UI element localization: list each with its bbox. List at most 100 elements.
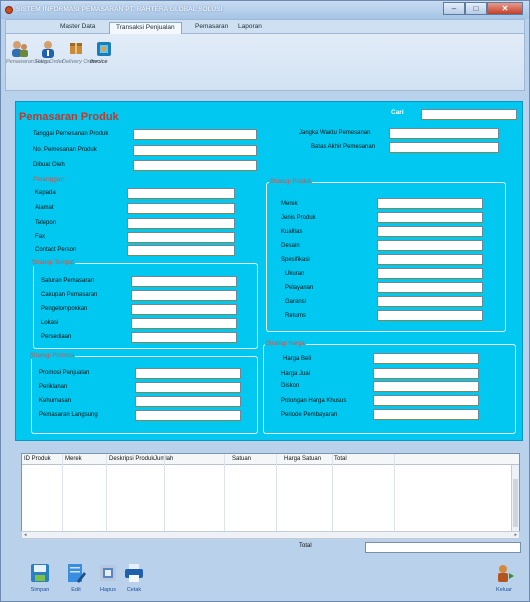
edit-button[interactable]: Edit xyxy=(65,563,87,593)
field-label: Lokasi xyxy=(41,320,59,326)
tab-transaksi-penjualan[interactable]: Transaksi Penjualan xyxy=(109,22,182,34)
strategi-tempat-title: Strategi Tempat xyxy=(31,260,75,266)
tab-pemasaran[interactable]: Pemasaran xyxy=(189,22,234,34)
pengelompokkan-input[interactable] xyxy=(131,304,237,315)
kepada-input[interactable] xyxy=(127,188,235,199)
cakupan-pemasaran-input[interactable] xyxy=(131,290,237,301)
field-label: Cakupan Pemasaran xyxy=(41,292,98,298)
field-label: Jangka Waktu Pemesanan xyxy=(299,130,371,136)
save-icon xyxy=(31,564,49,582)
total-label: Total xyxy=(299,543,312,549)
ukuran-input[interactable] xyxy=(377,268,483,279)
returns-input[interactable] xyxy=(377,310,483,321)
potongan-harga-input[interactable] xyxy=(373,395,479,406)
invoice-button[interactable]: Invoice xyxy=(90,40,118,80)
sales-order-button[interactable]: Sales Order xyxy=(34,40,64,80)
scroll-thumb[interactable] xyxy=(513,479,518,527)
penawaran-harga-button[interactable]: Penawaran Harga xyxy=(6,40,50,80)
scroll-left-icon[interactable]: ◂ xyxy=(24,532,27,538)
cetak-button[interactable]: Cetak xyxy=(123,563,145,593)
spesifikasi-input[interactable] xyxy=(377,254,483,265)
periklanan-input[interactable] xyxy=(135,382,241,393)
kualitas-input[interactable] xyxy=(377,226,483,237)
fax-input[interactable] xyxy=(127,232,235,243)
col-merek[interactable]: Merek xyxy=(65,456,82,462)
field-label: Contact Person xyxy=(35,247,77,253)
garansi-input[interactable] xyxy=(377,296,483,307)
horizontal-scrollbar[interactable]: ◂ ▸ xyxy=(21,531,520,539)
col-satuan[interactable]: Satuan xyxy=(232,456,251,462)
lokasi-input[interactable] xyxy=(131,318,237,329)
close-button[interactable]: ✕ xyxy=(487,2,523,15)
simpan-button[interactable]: Simpan xyxy=(29,563,51,593)
dibuat-oleh-input[interactable] xyxy=(133,160,257,171)
col-total[interactable]: Total xyxy=(334,456,347,462)
diskon-input[interactable] xyxy=(373,381,479,392)
scroll-right-icon[interactable]: ▸ xyxy=(514,532,517,538)
field-label: Jenis Produk xyxy=(281,215,316,221)
periode-pembayaran-input[interactable] xyxy=(373,409,479,420)
pemasaran-langsung-input[interactable] xyxy=(135,410,241,421)
tab-laporan[interactable]: Laporan xyxy=(232,22,268,34)
jenis-produk-input[interactable] xyxy=(377,212,483,223)
promosi-penjualan-input[interactable] xyxy=(135,368,241,379)
persediaan-input[interactable] xyxy=(131,332,237,343)
harga-jual-input[interactable] xyxy=(373,368,479,379)
cari-label: Cari xyxy=(391,109,404,116)
form-title: Pemasaran Produk xyxy=(19,111,119,123)
maximize-button[interactable]: □ xyxy=(465,2,487,15)
col-harga-satuan[interactable]: Harga Satuan xyxy=(284,456,321,462)
batas-akhir-input[interactable] xyxy=(389,142,499,153)
field-label: Periode Pembayaran xyxy=(281,412,338,418)
pelayanan-input[interactable] xyxy=(377,282,483,293)
merek-input[interactable] xyxy=(377,198,483,209)
saluran-pemasaran-input[interactable] xyxy=(131,276,237,287)
field-label: Returns xyxy=(285,313,307,319)
no-pemesanan-input[interactable] xyxy=(133,145,257,156)
alamat-input[interactable] xyxy=(127,203,235,214)
sales-order-label: Sales Order xyxy=(34,59,64,65)
cari-input[interactable] xyxy=(421,109,517,120)
field-label: Garansi xyxy=(285,299,307,305)
keluar-button[interactable]: Keluar xyxy=(493,563,515,593)
telepon-input[interactable] xyxy=(127,218,235,229)
col-deskripsi[interactable]: Deskripsi Produk xyxy=(109,456,154,462)
col-id-produk[interactable]: ID Produk xyxy=(24,456,51,462)
kehumasan-input[interactable] xyxy=(135,396,241,407)
jangka-waktu-input[interactable] xyxy=(389,128,499,139)
field-label: Saluran Pemasaran xyxy=(41,278,95,284)
delivery-icon xyxy=(70,43,82,54)
edit-label: Edit xyxy=(71,587,81,593)
field-label: Kualitas xyxy=(281,229,303,235)
field-label: Kehumasan xyxy=(39,398,72,404)
field-label: Harga Beli xyxy=(283,356,312,362)
hapus-label: Hapus xyxy=(100,587,116,593)
desain-input[interactable] xyxy=(377,240,483,251)
delete-icon xyxy=(100,565,116,581)
delivery-order-button[interactable]: Delivery Order xyxy=(62,40,97,80)
field-label: Diskon xyxy=(281,383,300,389)
contact-person-input[interactable] xyxy=(127,245,235,256)
hapus-button[interactable]: Hapus xyxy=(97,563,119,593)
field-label: Batas Akhir Pemesanan xyxy=(311,144,376,150)
people-icon xyxy=(12,41,28,57)
tanggal-pemesanan-input[interactable] xyxy=(133,129,257,140)
edit-icon xyxy=(68,564,86,583)
field-label: Pemasaran Langsung xyxy=(39,412,98,418)
printer-icon xyxy=(125,564,143,582)
harga-beli-input[interactable] xyxy=(373,353,479,364)
field-label: Spesifikasi xyxy=(281,257,310,263)
product-grid[interactable]: ID Produk Merek Deskripsi Produk Jumlah … xyxy=(21,453,520,539)
grid-divider xyxy=(394,454,395,538)
tab-master-data[interactable]: Master Data xyxy=(54,22,101,34)
vertical-scrollbar[interactable] xyxy=(511,465,519,538)
field-label: Pelayanan xyxy=(285,285,314,291)
field-label: Periklanan xyxy=(39,384,68,390)
field-label: Tanggal Pemesanan Produk xyxy=(33,131,109,137)
minimize-button[interactable]: ‒ xyxy=(443,2,465,15)
app-window: SISTEM INFORMASI PEMASARAN PT. BAHTERA G… xyxy=(0,0,530,602)
app-icon xyxy=(5,6,13,14)
field-label: Alamat xyxy=(35,205,54,211)
field-label: Promosi Penjualan xyxy=(39,370,90,376)
total-input[interactable] xyxy=(365,542,521,553)
